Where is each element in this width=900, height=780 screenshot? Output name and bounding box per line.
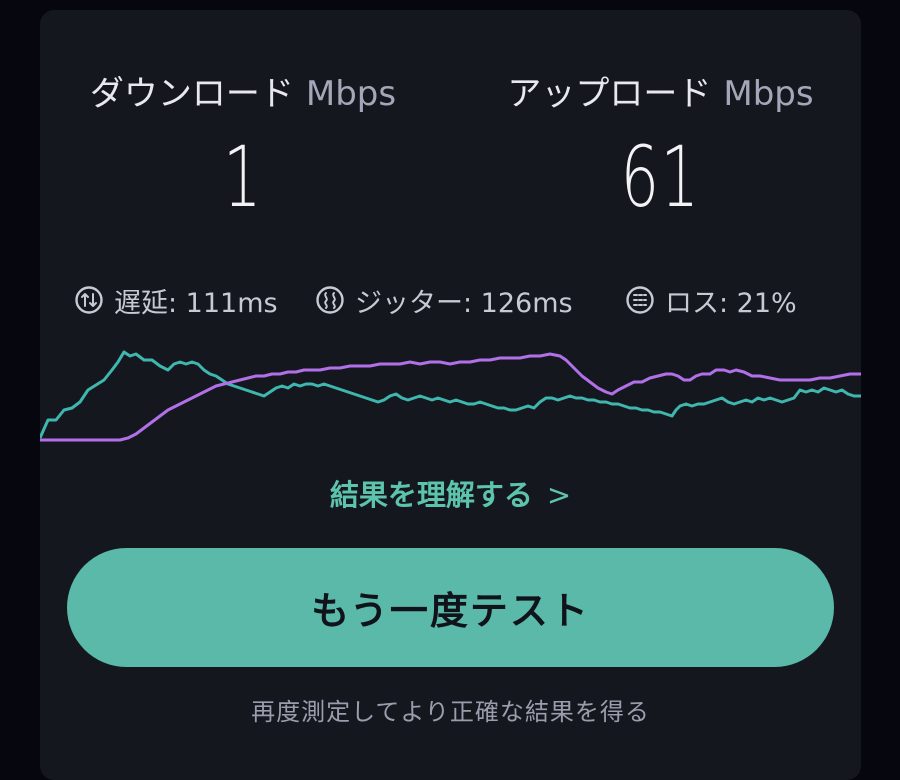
download-value: 1 [223, 128, 263, 226]
retest-button[interactable]: もう一度テスト [67, 548, 834, 667]
download-label: ダウンロード Mbps [40, 66, 446, 115]
results-card: ダウンロード Mbps 1 アップロード Mbps 61 遅延: 111ms ジッタ… [40, 10, 861, 780]
latency-icon [74, 285, 104, 315]
jitter-icon [315, 285, 345, 315]
speed-graph [40, 350, 861, 442]
latency-metric: 遅延: 111ms [74, 280, 278, 320]
jitter-metric: ジッター: 126ms [315, 280, 573, 320]
upload-value: 61 [620, 128, 701, 226]
download-title: ダウンロード [89, 74, 294, 114]
loss-label: ロス: 21% [665, 287, 797, 319]
upload-title: アップロード [507, 74, 712, 114]
loss-icon [625, 285, 655, 315]
retest-button-label: もう一度テスト [311, 591, 590, 633]
upload-label: アップロード Mbps [460, 66, 861, 115]
download-unit: Mbps [305, 74, 397, 114]
jitter-label: ジッター: 126ms [355, 287, 573, 319]
upload-unit: Mbps [723, 74, 814, 114]
understand-results-link[interactable]: 結果を理解する > [40, 472, 861, 514]
chevron-right-icon: > [546, 478, 572, 512]
understand-results-label: 結果を理解する [329, 478, 533, 512]
latency-label: 遅延: 111ms [114, 287, 278, 319]
loss-metric: ロス: 21% [625, 280, 797, 320]
retest-hint: 再度測定してより正確な結果を得る [251, 698, 650, 726]
